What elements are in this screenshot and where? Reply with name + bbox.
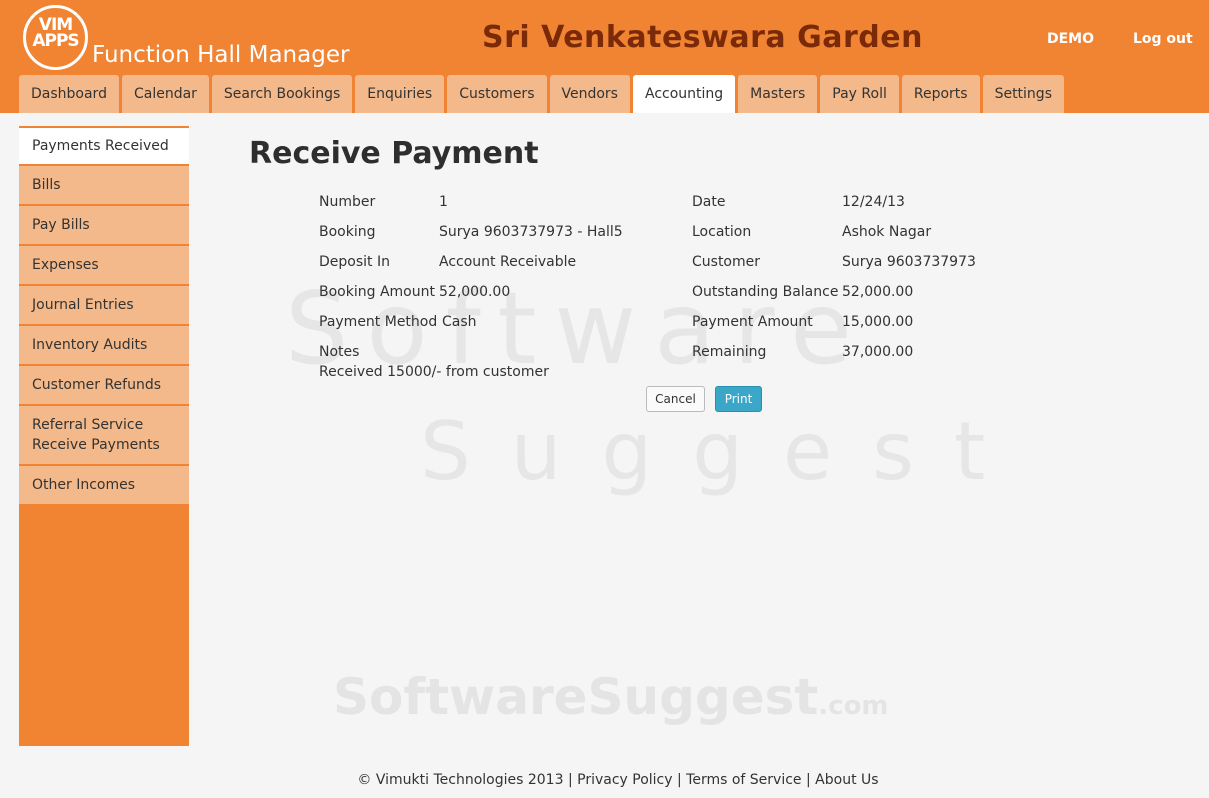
remaining-value: 37,000.00 (842, 344, 914, 360)
payment-method-label: Payment Method (319, 314, 438, 330)
logout-link[interactable]: Log out (1133, 31, 1193, 47)
sidebar-item-journal-entries[interactable]: Journal Entries (19, 286, 189, 324)
tab-search-bookings[interactable]: Search Bookings (211, 75, 353, 113)
customer-value: Surya 9603737973 (842, 254, 976, 270)
footer-separator: | (567, 772, 573, 788)
sidebar-item-customer-refunds[interactable]: Customer Refunds (19, 366, 189, 404)
payment-amount-value: 15,000.00 (842, 314, 914, 330)
number-label: Number (319, 194, 376, 210)
payment-amount-label: Payment Amount (692, 314, 813, 330)
vimapps-logo[interactable]: VIM APPS (23, 5, 88, 70)
sidebar-item-inventory-audits[interactable]: Inventory Audits (19, 326, 189, 364)
sidebar-item-expenses[interactable]: Expenses (19, 246, 189, 284)
notes-value: Received 15000/- from customer (319, 364, 549, 380)
app-header: VIM APPS Function Hall Manager Sri Venka… (0, 0, 1209, 113)
app-name: Function Hall Manager (92, 42, 350, 68)
tab-customers[interactable]: Customers (447, 75, 547, 113)
tab-reports[interactable]: Reports (901, 75, 980, 113)
sidebar-item-pay-bills[interactable]: Pay Bills (19, 206, 189, 244)
cancel-button[interactable]: Cancel (646, 386, 705, 412)
tab-settings[interactable]: Settings (982, 75, 1064, 113)
remaining-label: Remaining (692, 344, 767, 360)
main-nav-tabs: Dashboard Calendar Search Bookings Enqui… (19, 75, 1067, 113)
page-title: Receive Payment (249, 136, 539, 171)
tab-calendar[interactable]: Calendar (121, 75, 209, 113)
tab-enquiries[interactable]: Enquiries (355, 75, 445, 113)
sidebar-item-payments-received[interactable]: Payments Received (19, 126, 189, 164)
tab-dashboard[interactable]: Dashboard (19, 75, 119, 113)
footer-separator: | (677, 772, 682, 788)
watermark-suggest: Suggest (420, 405, 1026, 498)
tab-accounting[interactable]: Accounting (632, 75, 736, 113)
location-value: Ashok Nagar (842, 224, 932, 240)
outstanding-balance-label: Outstanding Balance (692, 284, 839, 300)
customer-label: Customer (692, 254, 761, 270)
tab-pay-roll[interactable]: Pay Roll (820, 75, 899, 113)
payment-method-value: Cash (442, 314, 477, 330)
date-label: Date (692, 194, 726, 210)
deposit-value: Account Receivable (439, 254, 577, 270)
privacy-policy-link[interactable]: Privacy Policy (577, 772, 672, 788)
booking-amount-label: Booking Amount (319, 284, 435, 300)
number-value: 1 (439, 194, 448, 210)
logo-text: VIM APPS (32, 15, 79, 51)
booking-amount-value: 52,000.00 (439, 284, 511, 300)
notes-label: Notes (319, 344, 360, 360)
footer-separator: | (806, 772, 811, 788)
about-us-link[interactable]: About Us (815, 772, 878, 788)
tab-masters[interactable]: Masters (738, 75, 818, 113)
deposit-label: Deposit In (319, 254, 390, 270)
print-button[interactable]: Print (715, 386, 762, 412)
watermark-softwaresuggest: SoftwareSuggest.com (333, 668, 889, 726)
sidebar-item-other-incomes[interactable]: Other Incomes (19, 466, 189, 504)
date-value: 12/24/13 (842, 194, 905, 210)
tab-vendors[interactable]: Vendors (549, 75, 630, 113)
booking-label: Booking (319, 224, 376, 240)
venue-title: Sri Venkateswara Garden (482, 20, 923, 55)
terms-of-service-link[interactable]: Terms of Service (686, 772, 801, 788)
demo-link[interactable]: DEMO (1047, 31, 1094, 47)
sidebar-item-referral-service-receive-payments[interactable]: Referral Service Receive Payments (19, 406, 189, 464)
location-label: Location (692, 224, 752, 240)
outstanding-balance-value: 52,000.00 (842, 284, 914, 300)
watermark-dotcom: .com (818, 691, 889, 721)
accounting-sidebar: Payments Received Bills Pay Bills Expens… (19, 126, 189, 746)
watermark-bottom-text: SoftwareSuggest (333, 668, 819, 726)
footer: © Vimukti Technologies 2013 | Privacy Po… (0, 772, 1209, 788)
footer-copyright: © Vimukti Technologies 2013 (357, 772, 564, 788)
booking-value: Surya 9603737973 - Hall5 (439, 224, 623, 240)
sidebar-item-bills[interactable]: Bills (19, 166, 189, 204)
